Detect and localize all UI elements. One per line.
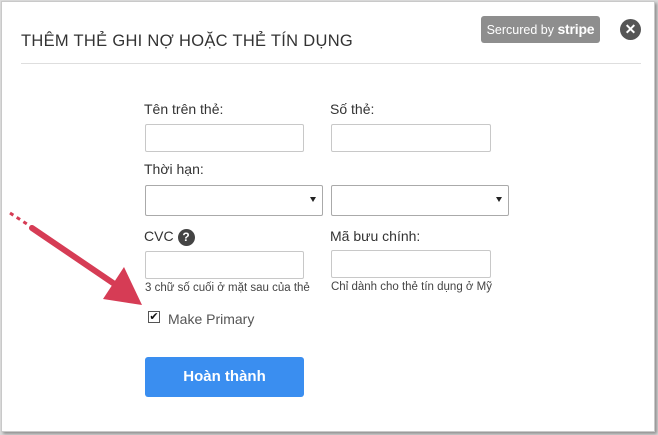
arrow-dashed-tail xyxy=(9,211,31,228)
arrow-head xyxy=(103,267,142,305)
annotation-arrow xyxy=(9,211,142,305)
arrow-shaft xyxy=(29,225,116,286)
